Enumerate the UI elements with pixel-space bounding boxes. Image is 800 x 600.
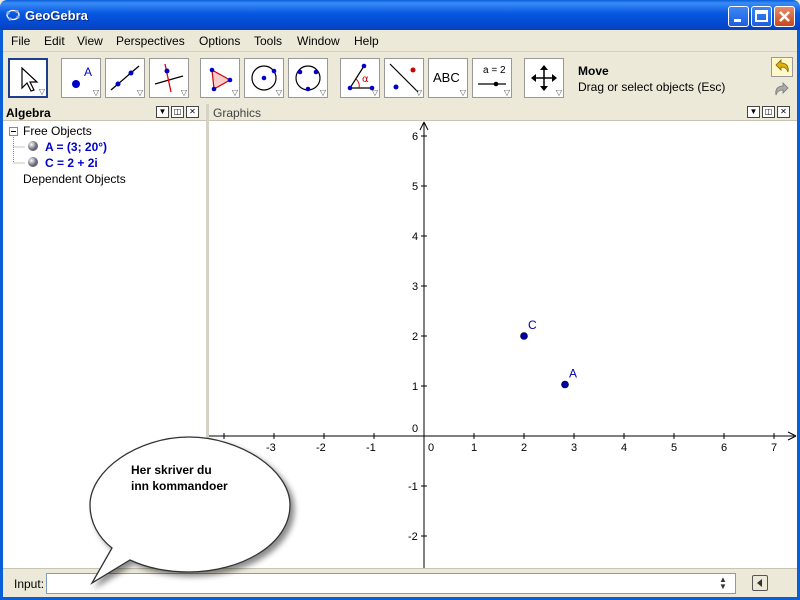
triangle-left-icon: [757, 579, 762, 587]
point-tool[interactable]: A ▽: [61, 58, 101, 98]
window-title: GeoGebra: [25, 8, 88, 23]
point-label-a: A: [569, 367, 577, 381]
y-tick-label: 1: [412, 381, 418, 393]
x-tick-label: -1: [366, 442, 376, 454]
graphics-view[interactable]: -3 -2 -1 0 1 2 3 4 5 6 7 6 5 4 3 2 1 0 -1 -2 C A: [209, 121, 798, 568]
visibility-toggle-icon[interactable]: [27, 156, 39, 171]
circle-tool[interactable]: ▽: [244, 58, 284, 98]
x-tick-label: 4: [621, 442, 627, 454]
panel-close-button[interactable]: ✕: [777, 106, 790, 118]
x-tick-label: 5: [671, 442, 677, 454]
graphics-panel-header: Graphics ▼ ◫ ✕: [209, 104, 798, 121]
minimize-button[interactable]: [728, 6, 749, 27]
geogebra-icon: [6, 9, 20, 21]
y-tick-label: 2: [412, 331, 418, 343]
x-tick-label: 7: [771, 442, 777, 454]
menu-view[interactable]: View: [77, 34, 103, 48]
x-tick-label: 2: [521, 442, 527, 454]
undo-button[interactable]: [771, 57, 793, 77]
y-tick-label: 4: [412, 231, 418, 243]
input-help-button[interactable]: [752, 575, 768, 591]
redo-icon: [775, 82, 789, 96]
input-field[interactable]: [46, 573, 736, 594]
point-a[interactable]: [561, 380, 569, 389]
maximize-button[interactable]: [751, 6, 772, 27]
algebra-object-c[interactable]: C = 2 + 2i: [45, 156, 98, 170]
menu-edit[interactable]: Edit: [44, 34, 65, 48]
slider-tool[interactable]: a = 2 ▽: [472, 58, 512, 98]
move-view-tool[interactable]: ▽: [524, 58, 564, 98]
input-label: Input:: [14, 577, 45, 591]
algebra-object-a[interactable]: A = (3; 20°): [45, 140, 107, 154]
minimize-icon: [734, 19, 741, 22]
x-tick-label: 3: [571, 442, 577, 454]
text-tool[interactable]: ABC ▽: [428, 58, 468, 98]
menu-bar: File Edit View Perspectives Options Tool…: [0, 30, 800, 52]
conic-tool[interactable]: ▽: [288, 58, 328, 98]
point-c[interactable]: [520, 332, 528, 340]
point-label-c: C: [528, 318, 537, 332]
text-tool-label: ABC: [433, 70, 460, 85]
x-tick-label: 6: [721, 442, 727, 454]
close-icon: [779, 11, 790, 22]
active-tool-name: Move: [578, 64, 609, 78]
x-tick-label: 1: [471, 442, 477, 454]
y-tick-label: 6: [412, 131, 418, 143]
tree-lines: [13, 135, 25, 164]
graphics-panel-title: Graphics: [213, 106, 262, 120]
svg-text:A: A: [84, 65, 92, 79]
menu-window[interactable]: Window: [297, 34, 340, 48]
panel-close-button[interactable]: ✕: [186, 106, 199, 118]
line-tool[interactable]: ▽: [105, 58, 145, 98]
angle-tool[interactable]: α ▽: [340, 58, 380, 98]
menu-options[interactable]: Options: [199, 34, 240, 48]
menu-perspectives[interactable]: Perspectives: [116, 34, 185, 48]
close-button[interactable]: [774, 6, 795, 27]
active-tool-description: Drag or select objects (Esc): [578, 80, 726, 94]
menu-help[interactable]: Help: [354, 34, 379, 48]
menu-tools[interactable]: Tools: [254, 34, 282, 48]
move-tool[interactable]: ▽: [8, 58, 48, 98]
menu-file[interactable]: File: [11, 34, 30, 48]
perpendicular-tool[interactable]: ▽: [149, 58, 189, 98]
y-tick-label: 5: [412, 181, 418, 193]
visibility-toggle-icon[interactable]: [27, 140, 39, 155]
y-tick-label: -2: [408, 531, 418, 543]
input-history-spinner[interactable]: ▲ ▼: [719, 576, 727, 591]
dependent-objects-label[interactable]: Dependent Objects: [23, 172, 126, 186]
algebra-panel-title: Algebra: [6, 106, 51, 120]
algebra-view[interactable]: Free Objects A = (3; 20°) C = 2 + 2i Dep…: [2, 121, 206, 568]
panel-undock-button[interactable]: ◫: [171, 106, 184, 118]
polygon-tool[interactable]: ▽: [200, 58, 240, 98]
title-bar: GeoGebra: [0, 0, 800, 30]
y-tick-label: 3: [412, 281, 418, 293]
callout-text: Her skriver du inn kommandoer: [131, 462, 228, 494]
toolbar: ▽ A ▽ ▽ ▽ ▽ ▽ ▽ α ▽ ▽ ABC ▽ a = 2 ▽ ▽ Mo…: [0, 52, 800, 104]
x-tick-label: 0: [428, 442, 434, 454]
redo-button[interactable]: [771, 80, 793, 100]
reflect-tool[interactable]: ▽: [384, 58, 424, 98]
coordinate-plane[interactable]: -3 -2 -1 0 1 2 3 4 5 6 7 6 5 4 3 2 1 0 -1 -2 C A: [209, 121, 798, 568]
panel-menu-button[interactable]: ▼: [747, 106, 760, 118]
free-objects-label[interactable]: Free Objects: [23, 124, 92, 138]
callout-line-1: Her skriver du: [131, 463, 212, 477]
maximize-icon: [755, 10, 768, 22]
algebra-panel-header: Algebra ▼ ◫ ✕: [2, 104, 206, 121]
input-bar: Input: ▲ ▼: [0, 568, 800, 600]
svg-text:α: α: [362, 74, 369, 85]
x-tick-label: -2: [316, 442, 326, 454]
y-tick-label: -1: [408, 481, 418, 493]
undo-icon: [771, 57, 793, 77]
dropdown-triangle-icon: ▽: [38, 87, 45, 96]
y-tick-label: 0: [412, 423, 418, 435]
callout-line-2: inn kommandoer: [131, 479, 228, 493]
panel-menu-button[interactable]: ▼: [156, 106, 169, 118]
panel-undock-button[interactable]: ◫: [762, 106, 775, 118]
tool-info: Move Drag or select objects (Esc): [578, 64, 725, 94]
x-tick-label: -3: [266, 442, 276, 454]
